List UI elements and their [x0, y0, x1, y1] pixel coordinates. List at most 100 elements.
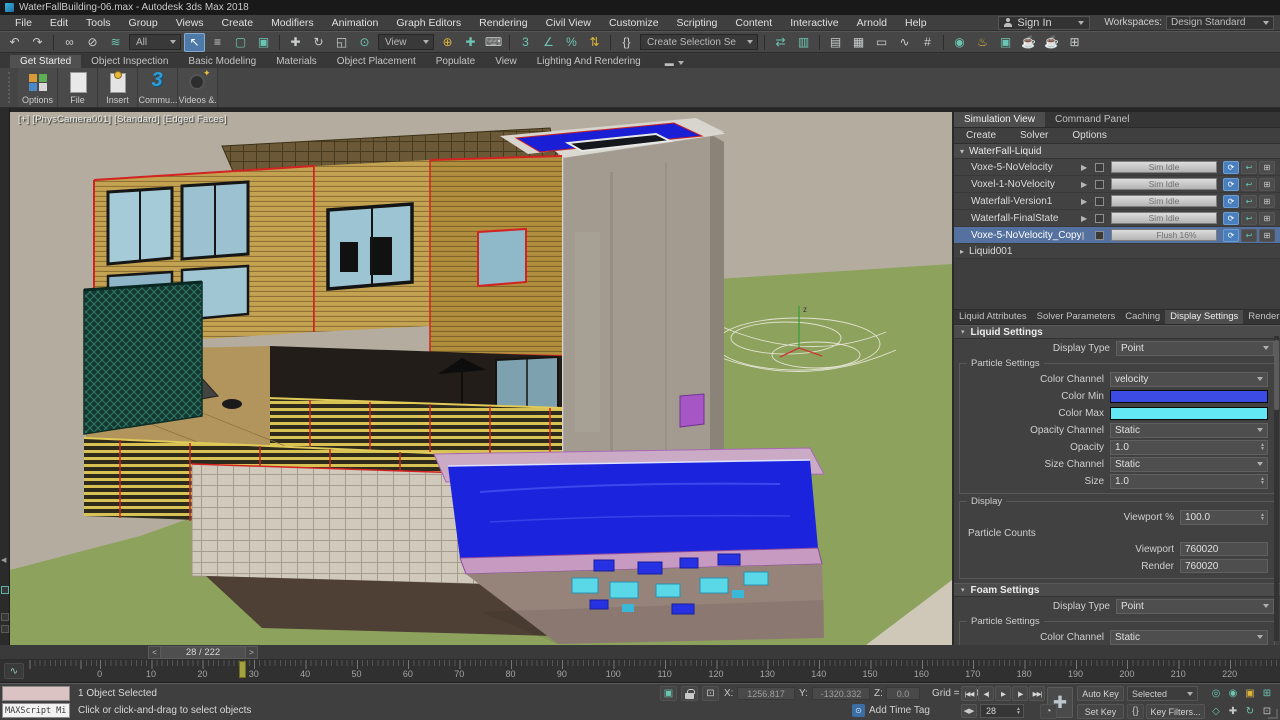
menu-item[interactable]: Customize [600, 15, 668, 31]
render-production-icon[interactable]: ☕ [1018, 33, 1039, 52]
viewport-pct-spinner[interactable]: 100.0 ▲▼ [1180, 510, 1268, 525]
run-simulation-icon[interactable]: ▶ [1081, 163, 1095, 172]
panel-collapse-arrow-icon[interactable]: ◀ [1, 556, 6, 564]
toggle-ribbon-icon[interactable]: ▭ [871, 33, 892, 52]
go-to-start-button[interactable]: |◀◀ [961, 686, 977, 701]
menu-item[interactable]: Edit [41, 15, 77, 31]
ribbon-grip[interactable] [8, 72, 12, 103]
go-to-end-button[interactable]: ▶▶| [1029, 686, 1045, 701]
sim-menu-item[interactable]: Solver [1008, 130, 1060, 141]
zoom-region-icon[interactable]: ◇ [1208, 704, 1224, 719]
select-and-move-icon[interactable]: ✚ [285, 33, 306, 52]
x-coord-field[interactable]: 1256.817 [737, 687, 795, 700]
settings-tab[interactable]: Display Settings [1165, 310, 1243, 324]
foam-display-type-select[interactable]: Point [1116, 599, 1274, 614]
settings-tab[interactable]: Caching [1120, 310, 1165, 324]
align-icon[interactable]: ▥ [793, 33, 814, 52]
ribbon-button-file[interactable]: File [58, 68, 98, 107]
menu-item[interactable]: Scripting [668, 15, 727, 31]
key-filters-button[interactable]: Key Filters... [1146, 704, 1205, 719]
named-selection-sets-combo[interactable]: Create Selection Se [640, 34, 758, 50]
viewport-3d-scene[interactable]: z [10, 112, 952, 645]
ribbon-overflow-icon[interactable]: ▬ [665, 58, 684, 68]
revert-icon[interactable]: ↩ [1241, 195, 1257, 208]
revert-icon[interactable]: ↩ [1241, 212, 1257, 225]
toggle-scene-explorer-icon[interactable]: ▤ [825, 33, 846, 52]
sim-row-selected[interactable]: Voxe-5-NoVelocity_Copy ∥ Flush 16% ⟳ ↩ ⊞ [954, 227, 1280, 244]
percent-snap-icon[interactable]: % [561, 33, 582, 52]
window-crossing-icon[interactable]: ▣ [253, 33, 274, 52]
sim-row[interactable]: Voxe-5-NoVelocity ▶ Sim Idle ⟳ ↩ ⊞ [954, 159, 1280, 176]
key-mode-select[interactable]: Selected [1127, 686, 1198, 701]
menu-item[interactable]: Interactive [781, 15, 847, 31]
viewport-layout-tab-c[interactable] [1, 625, 9, 633]
panel-scrollbar[interactable] [1274, 336, 1279, 641]
sim-row[interactable]: Waterfall-FinalState ▶ Sim Idle ⟳ ↩ ⊞ [954, 210, 1280, 227]
track-bar[interactable]: ∿ 01020304050607080901001101201301401501… [0, 660, 1280, 683]
menu-item[interactable]: Animation [323, 15, 388, 31]
rendered-frame-window-icon[interactable]: ▣ [995, 33, 1016, 52]
curve-editor-icon[interactable]: ∿ [894, 33, 915, 52]
angle-snap-icon[interactable]: ∠ [538, 33, 559, 52]
render-setup-icon[interactable]: ♨ [972, 33, 993, 52]
select-and-link-icon[interactable]: ∞ [59, 33, 80, 52]
set-key-button[interactable]: Set Key [1077, 704, 1124, 719]
size-channel-select[interactable]: Static [1110, 457, 1268, 472]
keyboard-shortcut-override-icon[interactable]: ⌨ [483, 33, 504, 52]
spinner-arrows-icon[interactable]: ▲▼ [1260, 513, 1265, 521]
ribbon-tab[interactable]: Get Started [10, 55, 81, 68]
settings-tab[interactable]: Liquid Attributes [954, 310, 1032, 324]
sim-menu-item[interactable]: Create [954, 130, 1008, 141]
ribbon-tab[interactable]: Materials [266, 55, 327, 68]
spinner-snap-icon[interactable]: ⇅ [584, 33, 605, 52]
revert-icon[interactable]: ↩ [1241, 161, 1257, 174]
snaps-toggle-3d-icon[interactable]: 3 [515, 33, 536, 52]
color-max-swatch[interactable] [1110, 407, 1268, 420]
panel-tab[interactable]: Command Panel [1045, 112, 1139, 127]
run-simulation-icon[interactable]: ▶ [1081, 214, 1095, 223]
revert-icon[interactable]: ↩ [1241, 178, 1257, 191]
redo-icon[interactable]: ↷ [27, 33, 48, 52]
open-grid-icon[interactable]: ⊞ [1064, 33, 1085, 52]
grid-options-icon[interactable]: ⊞ [1259, 178, 1275, 191]
viewport-layout-tab-a[interactable] [1, 586, 9, 594]
schematic-view-icon[interactable]: # [917, 33, 938, 52]
zoom-extents-all-icon[interactable]: ⊞ [1259, 686, 1275, 701]
current-frame-field[interactable]: 28 ▲▼ [980, 704, 1024, 718]
menu-item[interactable]: Rendering [470, 15, 536, 31]
run-simulation-icon[interactable]: ▶ [1081, 180, 1095, 189]
pause-simulation-icon[interactable]: ∥ [1081, 231, 1095, 240]
menu-item[interactable]: Graph Editors [387, 15, 470, 31]
menu-item[interactable]: File [6, 15, 41, 31]
ribbon-button-insert[interactable]: Insert [98, 68, 138, 107]
maxscript-mini-listener[interactable]: MAXScript Mi [2, 703, 70, 718]
rollout-liquid-settings[interactable]: Liquid Settings [954, 325, 1280, 339]
ribbon-button-options[interactable]: Options [18, 68, 58, 107]
sim-row-checkbox[interactable] [1095, 197, 1104, 206]
ribbon-button-community[interactable]: Commu... [138, 68, 178, 107]
menu-item[interactable]: Tools [77, 15, 120, 31]
grid-options-icon[interactable]: ⊞ [1259, 161, 1275, 174]
rectangular-selection-region-icon[interactable]: ▢ [230, 33, 251, 52]
use-pivot-point-center-icon[interactable]: ⊕ [437, 33, 458, 52]
ribbon-tab[interactable]: Lighting And Rendering [527, 55, 651, 68]
material-editor-icon[interactable]: ◉ [949, 33, 970, 52]
ribbon-tab[interactable]: Populate [426, 55, 485, 68]
auto-key-button[interactable]: Auto Key [1077, 686, 1124, 701]
zoom-extents-icon[interactable]: ▣ [1242, 686, 1258, 701]
time-configuration-icon[interactable]: ◔ [1040, 704, 1057, 719]
time-slider[interactable]: < 28 / 222 > [148, 646, 258, 659]
mirror-icon[interactable]: ⇄ [770, 33, 791, 52]
cache-icon[interactable]: ⟳ [1223, 178, 1239, 191]
size-spinner[interactable]: 1.0 ▲▼ [1110, 474, 1268, 489]
zoom-all-icon[interactable]: ◉ [1225, 686, 1241, 701]
reference-coordinate-select[interactable]: View [378, 34, 434, 50]
menu-item[interactable]: Content [726, 15, 781, 31]
selection-filter-select[interactable]: All [129, 34, 181, 50]
select-by-name-icon[interactable]: ≡ [207, 33, 228, 52]
color-min-swatch[interactable] [1110, 390, 1268, 403]
absolute-mode-transform-icon[interactable]: ⊡ [702, 686, 719, 701]
render-flyout-icon[interactable]: ☕ [1041, 33, 1062, 52]
revert-icon[interactable]: ↩ [1241, 229, 1257, 242]
next-frame-arrow[interactable]: > [245, 646, 258, 659]
